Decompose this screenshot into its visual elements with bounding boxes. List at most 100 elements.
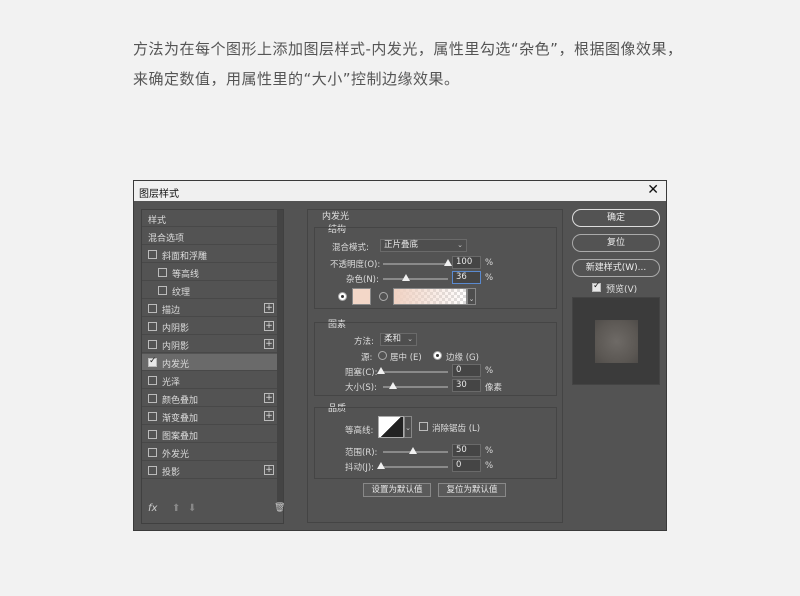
opacity-input[interactable]: 100 — [452, 256, 481, 269]
list-item-bevel-emboss[interactable]: 斜面和浮雕 — [142, 246, 278, 263]
reset-button[interactable]: 复位 — [572, 234, 660, 252]
list-scrollbar[interactable] — [277, 210, 283, 510]
ok-button[interactable]: 确定 — [572, 209, 660, 227]
percent-unit: % — [485, 258, 494, 268]
size-slider-thumb[interactable] — [389, 382, 397, 389]
list-item-inner-glow[interactable]: 内发光 — [142, 354, 278, 371]
list-item-stroke[interactable]: 描边 + — [142, 300, 278, 317]
edge-radio[interactable] — [433, 351, 442, 360]
chevron-down-icon[interactable]: ⌄ — [467, 288, 476, 305]
color-radio[interactable] — [338, 292, 347, 301]
antialias-checkbox[interactable] — [419, 422, 428, 431]
source-label: 源: — [361, 353, 373, 363]
preview-checkbox[interactable] — [592, 281, 601, 292]
jitter-slider-thumb[interactable] — [377, 462, 385, 469]
checkbox[interactable] — [148, 466, 157, 475]
make-default-button[interactable]: 设置为默认值 — [363, 483, 431, 497]
list-toolbar: fx ⬆ ⬇ 🗑 — [148, 503, 285, 517]
layer-style-dialog: 图层样式 ✕ 样式 混合选项 斜面和浮雕 等高线 纹理 描边 + 内阴影 + 内阴影… — [133, 180, 667, 531]
checkbox[interactable] — [148, 304, 157, 313]
checkbox[interactable] — [148, 430, 157, 439]
noise-slider[interactable] — [383, 278, 448, 280]
move-down-icon[interactable]: ⬇ — [188, 503, 196, 514]
list-item-drop-shadow[interactable]: 投影 + — [142, 462, 278, 479]
list-item-inner-shadow-2[interactable]: 内阴影 + — [142, 336, 278, 353]
list-item-pattern-overlay[interactable]: 图案叠加 — [142, 426, 278, 443]
antialias-label: 消除锯齿 (L) — [432, 424, 481, 434]
preview-thumbnail — [595, 320, 638, 363]
add-icon[interactable]: + — [264, 321, 274, 331]
noise-input[interactable]: 36 — [452, 271, 481, 284]
checkbox[interactable] — [148, 322, 157, 331]
list-item-gradient-overlay[interactable]: 渐变叠加 + — [142, 408, 278, 425]
checkbox[interactable] — [158, 268, 167, 277]
choke-slider[interactable] — [383, 371, 448, 373]
add-icon[interactable]: + — [264, 411, 274, 421]
checkbox-checked[interactable] — [148, 356, 157, 367]
checkbox[interactable] — [148, 412, 157, 421]
chevron-down-icon[interactable]: ⌄ — [404, 416, 412, 438]
list-item-blending-options[interactable]: 混合选项 — [142, 228, 278, 245]
add-icon[interactable]: + — [264, 303, 274, 313]
trash-icon[interactable]: 🗑 — [274, 503, 285, 513]
center-label: 居中 (E) — [390, 353, 422, 363]
reset-default-button[interactable]: 复位为默认值 — [438, 483, 506, 497]
list-item-color-overlay[interactable]: 颜色叠加 + — [142, 390, 278, 407]
preview-label: 预览(V) — [606, 285, 638, 295]
panel-title: 内发光 — [322, 212, 350, 222]
opacity-slider[interactable] — [383, 263, 448, 265]
list-item-inner-shadow[interactable]: 内阴影 + — [142, 318, 278, 335]
dialog-title: 图层样式 — [139, 189, 179, 200]
noise-slider-thumb[interactable] — [402, 274, 410, 281]
range-input[interactable]: 50 — [452, 444, 481, 457]
checkbox[interactable] — [148, 448, 157, 457]
chevron-down-icon: ⌄ — [407, 335, 413, 343]
center-radio[interactable] — [378, 351, 387, 360]
gradient-radio[interactable] — [379, 292, 388, 301]
checkbox[interactable] — [148, 340, 157, 349]
style-preview — [572, 297, 660, 385]
choke-slider-thumb[interactable] — [377, 367, 385, 374]
fx-icon[interactable]: fx — [148, 503, 157, 514]
move-up-icon[interactable]: ⬆ — [172, 503, 180, 514]
close-icon[interactable]: ✕ — [647, 182, 659, 198]
opacity-slider-thumb[interactable] — [444, 259, 452, 266]
inner-glow-panel: 内发光 结构 混合模式: 正片叠底 ⌄ 不透明度(O): 100 % 杂色(N):… — [307, 209, 563, 523]
method-select[interactable]: 柔和 ⌄ — [380, 333, 417, 346]
list-item-satin[interactable]: 光泽 — [142, 372, 278, 389]
blend-mode-label: 混合模式: — [332, 243, 369, 253]
range-label: 范围(R): — [345, 448, 378, 458]
checkbox[interactable] — [148, 376, 157, 385]
percent-unit: % — [485, 461, 494, 471]
style-list: 样式 混合选项 斜面和浮雕 等高线 纹理 描边+ 内阴影+ 内阴影+ 内发光 光… — [141, 209, 285, 524]
percent-unit: % — [485, 366, 494, 376]
contour-picker[interactable] — [378, 416, 404, 438]
checkbox[interactable] — [148, 394, 157, 403]
list-item-texture[interactable]: 纹理 — [142, 282, 278, 299]
opacity-label: 不透明度(O): — [330, 260, 381, 270]
jitter-input[interactable]: 0 — [452, 459, 481, 472]
new-style-button[interactable]: 新建样式(W)... — [572, 259, 660, 277]
jitter-slider[interactable] — [383, 466, 448, 468]
chevron-down-icon: ⌄ — [457, 241, 463, 249]
checkbox[interactable] — [148, 250, 157, 259]
percent-unit: % — [485, 273, 494, 283]
size-label: 大小(S): — [345, 383, 377, 393]
jitter-label: 抖动(J): — [345, 463, 375, 473]
choke-input[interactable]: 0 — [452, 364, 481, 377]
glow-gradient-picker[interactable] — [393, 288, 467, 305]
pixel-unit: 像素 — [485, 383, 503, 393]
range-slider-thumb[interactable] — [409, 447, 417, 454]
list-item-contour[interactable]: 等高线 — [142, 264, 278, 281]
add-icon[interactable]: + — [264, 465, 274, 475]
edge-label: 边缘 (G) — [446, 353, 479, 363]
list-item-styles[interactable]: 样式 — [142, 210, 278, 227]
glow-color-swatch[interactable] — [352, 288, 371, 305]
list-item-outer-glow[interactable]: 外发光 — [142, 444, 278, 461]
add-icon[interactable]: + — [264, 393, 274, 403]
size-input[interactable]: 30 — [452, 379, 481, 392]
checkbox[interactable] — [158, 286, 167, 295]
add-icon[interactable]: + — [264, 339, 274, 349]
choke-label: 阻塞(C): — [345, 368, 378, 378]
blend-mode-select[interactable]: 正片叠底 ⌄ — [380, 239, 467, 252]
